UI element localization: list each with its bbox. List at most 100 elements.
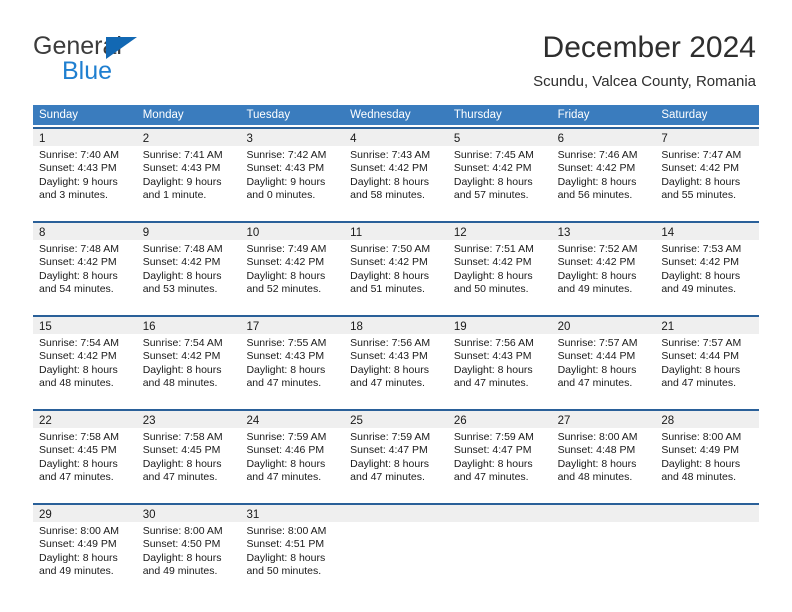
- daylight-duration-line1: Daylight: 8 hours: [557, 457, 637, 470]
- daylight-duration-line2: and 53 minutes.: [142, 283, 218, 296]
- calendar-day-cell[interactable]: 3 Sunrise: 7:42 AM Sunset: 4:43 PM Daylight…: [240, 129, 345, 217]
- sunrise-time: Sunrise: 7:57 AM: [661, 337, 742, 349]
- sunrise-time: Sunrise: 7:59 AM: [246, 431, 327, 443]
- calendar-day-cell[interactable]: 11 Sunrise: 7:50 AM Sunset: 4:42 PM Dayligh…: [344, 223, 448, 311]
- daylight-duration-line1: Daylight: 8 hours: [557, 269, 637, 282]
- calendar-day-cell[interactable]: 5 Sunrise: 7:45 AM Sunset: 4:42 PM Daylight…: [447, 129, 552, 217]
- calendar-day-cell[interactable]: 23 Sunrise: 7:58 AM Sunset: 4:45 PM Dayligh…: [136, 411, 241, 499]
- sunset-time: Sunset: 4:43 PM: [246, 162, 325, 175]
- calendar-day-cell[interactable]: 17 Sunrise: 7:55 AM Sunset: 4:43 PM Dayligh…: [240, 317, 345, 405]
- calendar-day-cell[interactable]: 26 Sunrise: 7:59 AM Sunset: 4:47 PM Dayligh…: [447, 411, 552, 499]
- calendar-week-row: 1 Sunrise: 7:40 AM Sunset: 4:43 PM Daylight…: [33, 127, 760, 217]
- day-number-band: 6: [551, 129, 656, 146]
- calendar-day-cell[interactable]: 4 Sunrise: 7:43 AM Sunset: 4:42 PM Daylight…: [344, 129, 448, 217]
- daylight-duration-line1: Daylight: 8 hours: [453, 175, 533, 188]
- daylight-duration-line1: Daylight: 8 hours: [246, 363, 326, 376]
- weekday-header-thursday: Thursday: [453, 109, 502, 121]
- calendar-day-cell[interactable]: 12 Sunrise: 7:51 AM Sunset: 4:42 PM Dayligh…: [447, 223, 552, 311]
- day-number-band: 19: [447, 317, 552, 334]
- calendar-day-cell[interactable]: 31 Sunrise: 8:00 AM Sunset: 4:51 PM Dayligh…: [240, 505, 345, 593]
- daylight-duration-line1: Daylight: 8 hours: [661, 269, 741, 282]
- daylight-duration-line1: Daylight: 8 hours: [661, 363, 741, 376]
- day-number-band: 14: [655, 223, 760, 240]
- calendar-day-cell[interactable]: 10 Sunrise: 7:49 AM Sunset: 4:42 PM Dayligh…: [240, 223, 345, 311]
- calendar-day-cell-empty: [551, 505, 656, 593]
- calendar-grid: Sunday Monday Tuesday Wednesday Thursday…: [33, 105, 760, 593]
- daylight-duration-line1: Daylight: 8 hours: [39, 551, 118, 564]
- day-number: 11: [350, 227, 363, 239]
- sunrise-time: Sunrise: 7:48 AM: [142, 243, 223, 255]
- day-details: Sunrise: 7:45 AM Sunset: 4:42 PM Daylight:…: [448, 146, 552, 203]
- sunset-time: Sunset: 4:44 PM: [557, 350, 636, 363]
- page-subtitle: Scundu, Valcea County, Romania: [533, 73, 756, 90]
- day-number-band: 16: [136, 317, 241, 334]
- title-block: December 2024 Scundu, Valcea County, Rom…: [533, 30, 756, 92]
- day-details: Sunrise: 7:53 AM Sunset: 4:42 PM Daylight:…: [655, 240, 759, 297]
- calendar-day-cell[interactable]: 9 Sunrise: 7:48 AM Sunset: 4:42 PM Daylight…: [136, 223, 241, 311]
- day-details: Sunrise: 7:43 AM Sunset: 4:42 PM Daylight:…: [344, 146, 448, 203]
- sunset-time: Sunset: 4:43 PM: [39, 162, 117, 175]
- calendar-day-cell[interactable]: 25 Sunrise: 7:59 AM Sunset: 4:47 PM Dayligh…: [344, 411, 448, 499]
- daylight-duration-line2: and 47 minutes.: [350, 377, 425, 390]
- calendar-day-cell[interactable]: 29 Sunrise: 8:00 AM Sunset: 4:49 PM Dayligh…: [33, 505, 137, 593]
- sunset-time: Sunset: 4:42 PM: [557, 256, 636, 269]
- calendar-day-cell[interactable]: 20 Sunrise: 7:57 AM Sunset: 4:44 PM Dayligh…: [551, 317, 656, 405]
- calendar-day-cell[interactable]: 1 Sunrise: 7:40 AM Sunset: 4:43 PM Daylight…: [33, 129, 137, 217]
- sunrise-time: Sunrise: 7:54 AM: [39, 337, 119, 349]
- calendar-day-cell[interactable]: 27 Sunrise: 8:00 AM Sunset: 4:48 PM Dayligh…: [551, 411, 656, 499]
- calendar-day-cell[interactable]: 19 Sunrise: 7:56 AM Sunset: 4:43 PM Dayligh…: [447, 317, 552, 405]
- sunrise-time: Sunrise: 7:59 AM: [453, 431, 534, 443]
- day-number-band: 25: [344, 411, 448, 428]
- sunrise-time: Sunrise: 7:41 AM: [142, 149, 223, 161]
- daylight-duration-line1: Daylight: 8 hours: [453, 269, 533, 282]
- daylight-duration-line1: Daylight: 8 hours: [246, 269, 326, 282]
- daylight-duration-line2: and 48 minutes.: [557, 471, 633, 484]
- day-details: Sunrise: 7:40 AM Sunset: 4:43 PM Daylight:…: [33, 146, 137, 203]
- calendar-day-cell[interactable]: 15 Sunrise: 7:54 AM Sunset: 4:42 PM Dayligh…: [33, 317, 137, 405]
- daylight-duration-line1: Daylight: 8 hours: [246, 457, 326, 470]
- sunrise-time: Sunrise: 7:52 AM: [557, 243, 638, 255]
- sunrise-time: Sunrise: 8:00 AM: [246, 525, 327, 537]
- sunrise-time: Sunrise: 7:49 AM: [246, 243, 327, 255]
- calendar-day-cell[interactable]: 24 Sunrise: 7:59 AM Sunset: 4:46 PM Dayligh…: [240, 411, 345, 499]
- daylight-duration-line2: and 3 minutes.: [39, 189, 108, 202]
- calendar-day-cell[interactable]: 21 Sunrise: 7:57 AM Sunset: 4:44 PM Dayligh…: [655, 317, 760, 405]
- sunset-time: Sunset: 4:43 PM: [453, 350, 532, 363]
- calendar-day-cell[interactable]: 30 Sunrise: 8:00 AM Sunset: 4:50 PM Dayligh…: [136, 505, 241, 593]
- calendar-day-cell[interactable]: 14 Sunrise: 7:53 AM Sunset: 4:42 PM Dayligh…: [655, 223, 760, 311]
- calendar-day-cell[interactable]: 13 Sunrise: 7:52 AM Sunset: 4:42 PM Dayligh…: [551, 223, 656, 311]
- day-number: 18: [350, 321, 363, 333]
- calendar-day-cell[interactable]: 2 Sunrise: 7:41 AM Sunset: 4:43 PM Daylight…: [136, 129, 241, 217]
- calendar-day-cell[interactable]: 8 Sunrise: 7:48 AM Sunset: 4:42 PM Daylight…: [33, 223, 137, 311]
- day-number: 7: [661, 133, 668, 145]
- sunrise-time: Sunrise: 7:46 AM: [557, 149, 638, 161]
- daylight-duration-line2: and 58 minutes.: [350, 189, 425, 202]
- sunset-time: Sunset: 4:43 PM: [142, 162, 221, 175]
- calendar-day-cell[interactable]: 16 Sunrise: 7:54 AM Sunset: 4:42 PM Dayligh…: [136, 317, 241, 405]
- sunrise-time: Sunrise: 7:47 AM: [661, 149, 742, 161]
- day-number: 5: [453, 133, 461, 145]
- daylight-duration-line1: Daylight: 8 hours: [39, 363, 118, 376]
- sunrise-time: Sunrise: 7:58 AM: [39, 431, 119, 443]
- day-number-band: 15: [33, 317, 137, 334]
- day-number: 23: [142, 415, 156, 427]
- sunrise-time: Sunrise: 7:50 AM: [350, 243, 431, 255]
- daylight-duration-line2: and 56 minutes.: [557, 189, 633, 202]
- page-title: December 2024: [542, 31, 756, 64]
- calendar-day-cell[interactable]: 18 Sunrise: 7:56 AM Sunset: 4:43 PM Dayligh…: [344, 317, 448, 405]
- calendar-day-cell[interactable]: 6 Sunrise: 7:46 AM Sunset: 4:42 PM Daylight…: [551, 129, 656, 217]
- calendar-day-cell[interactable]: 7 Sunrise: 7:47 AM Sunset: 4:42 PM Daylight…: [655, 129, 760, 217]
- daylight-duration-line2: and 49 minutes.: [142, 565, 218, 578]
- general-blue-logo[interactable]: General Blue: [33, 33, 213, 85]
- daylight-duration-line2: and 47 minutes.: [453, 471, 529, 484]
- daylight-duration-line2: and 47 minutes.: [246, 471, 322, 484]
- daylight-duration-line2: and 50 minutes.: [246, 565, 322, 578]
- daylight-duration-line2: and 47 minutes.: [350, 471, 425, 484]
- daylight-duration-line2: and 50 minutes.: [453, 283, 529, 296]
- day-number-band: 27: [551, 411, 656, 428]
- day-number-band: 28: [655, 411, 760, 428]
- calendar-day-cell[interactable]: 22 Sunrise: 7:58 AM Sunset: 4:45 PM Dayligh…: [33, 411, 137, 499]
- day-details: Sunrise: 8:00 AM Sunset: 4:51 PM Daylight:…: [240, 522, 344, 579]
- calendar-day-cell[interactable]: 28 Sunrise: 8:00 AM Sunset: 4:49 PM Dayligh…: [655, 411, 760, 499]
- daylight-duration-line2: and 57 minutes.: [453, 189, 529, 202]
